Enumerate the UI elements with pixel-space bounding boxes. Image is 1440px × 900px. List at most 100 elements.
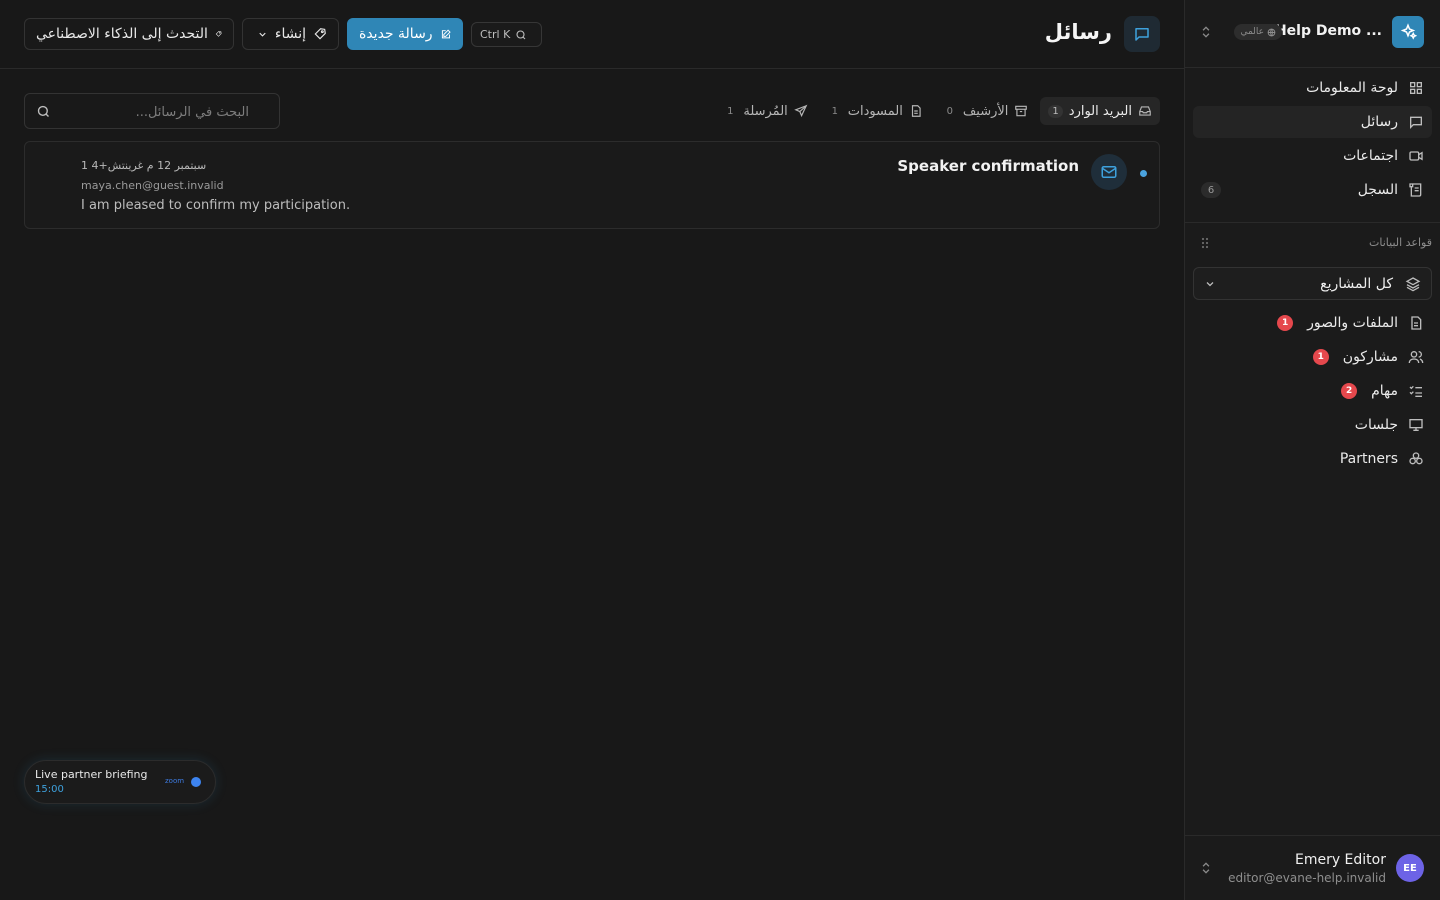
live-meeting-widget[interactable]: Live partner briefing 15:00 zoom bbox=[24, 760, 216, 804]
sidebar-item-label: الملفات والصور bbox=[1307, 315, 1398, 331]
search-icon bbox=[37, 105, 49, 117]
sidebar-item-label: رسائل bbox=[1360, 114, 1398, 130]
layers-icon bbox=[1405, 276, 1421, 291]
create-label: إنشاء bbox=[274, 26, 306, 42]
live-meeting-time: 15:00 bbox=[35, 784, 64, 795]
sparkle-icon bbox=[215, 31, 222, 37]
tab-inbox[interactable]: البريد الوارد 1 bbox=[1040, 97, 1160, 125]
sidebar-item-partners[interactable]: Partners bbox=[1193, 442, 1432, 476]
search-input[interactable] bbox=[59, 102, 249, 122]
notification-badge: 1 bbox=[1277, 315, 1294, 331]
sidebar-item-participants[interactable]: مشاركون 1 bbox=[1193, 340, 1432, 374]
top-bar: رسائل Ctrl K رسالة جديدة إنشاء التحدث إل… bbox=[0, 0, 1184, 69]
sidebar: Help Demo ... عالمي لوحة المعلومات رسائل… bbox=[1184, 0, 1440, 900]
main-content: رسائل Ctrl K رسالة جديدة إنشاء التحدث إل… bbox=[0, 0, 1184, 900]
user-name: Emery Editor bbox=[1294, 852, 1386, 868]
sidebar-item-label: لوحة المعلومات bbox=[1306, 80, 1398, 96]
tab-count: 0 bbox=[946, 105, 954, 117]
folder-tabs: البريد الوارد 1 الأرشيف 0 المسودات 1 الم… bbox=[715, 97, 1160, 125]
chevron-up-down-icon[interactable] bbox=[1199, 24, 1213, 40]
avatar: EE bbox=[1396, 854, 1424, 882]
database-list: الملفات والصور 1 مشاركون 1 مهام 2 جلسات … bbox=[1193, 306, 1432, 476]
tab-count: 1 bbox=[831, 105, 838, 117]
tab-count: 1 bbox=[1048, 104, 1063, 118]
workspace-logo-icon bbox=[1392, 16, 1424, 48]
file-icon bbox=[1411, 316, 1422, 330]
create-button[interactable]: إنشاء bbox=[242, 18, 339, 50]
presentation-icon bbox=[1409, 419, 1423, 431]
notification-badge: 1 bbox=[1312, 349, 1329, 365]
sidebar-item-label: جلسات bbox=[1354, 417, 1398, 433]
message-date: 1 سبتمبر 12 م غرينتش+4 bbox=[81, 159, 207, 172]
unread-indicator bbox=[1140, 170, 1147, 177]
databases-section-title: قواعد البيانات bbox=[1369, 236, 1432, 249]
message-icon bbox=[1124, 16, 1160, 52]
zoom-logo: zoom bbox=[165, 777, 185, 785]
search-icon bbox=[516, 29, 526, 39]
sidebar-item-dashboard[interactable]: لوحة المعلومات bbox=[1193, 72, 1432, 104]
chevron-down-icon bbox=[259, 32, 266, 37]
sidebar-item-label: Partners bbox=[1339, 451, 1398, 467]
inbox-icon bbox=[1139, 106, 1151, 116]
workspace-scope-label: عالمي bbox=[1240, 27, 1264, 37]
new-message-button[interactable]: رسالة جديدة bbox=[347, 18, 463, 50]
tab-label: الأرشيف bbox=[962, 103, 1009, 119]
sidebar-item-files[interactable]: الملفات والصور 1 bbox=[1193, 306, 1432, 340]
video-icon bbox=[1409, 151, 1423, 161]
tab-sent[interactable]: المُرسلة 1 bbox=[715, 97, 815, 125]
ai-chat-label: التحدث إلى الذكاء الاصطناعي bbox=[36, 26, 208, 42]
command-search-button[interactable]: Ctrl K bbox=[471, 22, 542, 47]
mail-icon bbox=[1091, 154, 1127, 190]
drag-handle-icon[interactable] bbox=[1201, 236, 1209, 250]
tab-archive[interactable]: الأرشيف 0 bbox=[935, 97, 1037, 125]
sidebar-item-log[interactable]: السجل 6 bbox=[1193, 174, 1432, 206]
message-subject: Speaker confirmation bbox=[897, 157, 1079, 175]
new-message-label: رسالة جديدة bbox=[359, 26, 433, 42]
user-email: editor@evane-help.invalid bbox=[1228, 871, 1386, 885]
message-icon bbox=[1410, 116, 1422, 129]
tab-drafts[interactable]: المسودات 1 bbox=[820, 97, 931, 125]
notification-badge: 2 bbox=[1341, 383, 1358, 399]
message-search bbox=[24, 93, 280, 129]
workspace-switcher[interactable]: Help Demo ... عالمي bbox=[1185, 0, 1440, 68]
workspace-name: Help Demo ... bbox=[1274, 23, 1382, 39]
file-icon bbox=[911, 105, 921, 117]
chevron-down-icon bbox=[1206, 281, 1214, 286]
workspace-scope-badge: عالمي bbox=[1234, 24, 1282, 40]
partners-icon bbox=[1409, 452, 1423, 465]
sidebar-item-label: السجل bbox=[1357, 182, 1398, 198]
log-icon bbox=[1409, 183, 1422, 197]
chevron-up-down-icon[interactable] bbox=[1199, 860, 1213, 876]
sidebar-item-tasks[interactable]: مهام 2 bbox=[1193, 374, 1432, 408]
tab-label: البريد الوارد bbox=[1068, 103, 1132, 119]
message-sender: maya.chen@guest.invalid bbox=[81, 179, 224, 192]
tab-count: 1 bbox=[727, 105, 734, 117]
sidebar-item-label: مشاركون bbox=[1342, 349, 1398, 365]
sidebar-item-messages[interactable]: رسائل bbox=[1193, 106, 1432, 138]
main-nav: لوحة المعلومات رسائل اجتماعات السجل 6 bbox=[1193, 72, 1432, 208]
tasks-icon bbox=[1409, 385, 1422, 397]
live-indicator bbox=[191, 777, 201, 787]
ai-chat-button[interactable]: التحدث إلى الذكاء الاصطناعي bbox=[24, 18, 234, 50]
project-select-value: كل المشاريع bbox=[1320, 275, 1393, 292]
tab-label: المسودات bbox=[847, 103, 903, 119]
user-menu[interactable]: EE Emery Editor editor@evane-help.invali… bbox=[1185, 835, 1440, 900]
tab-label: المُرسلة bbox=[743, 103, 788, 119]
sidebar-item-label: اجتماعات bbox=[1343, 148, 1398, 164]
users-icon bbox=[1408, 351, 1424, 364]
message-row[interactable]: Speaker confirmation 1 سبتمبر 12 م غرينت… bbox=[24, 141, 1160, 229]
project-select[interactable]: كل المشاريع bbox=[1193, 267, 1432, 300]
page-title: رسائل bbox=[1044, 20, 1112, 44]
shortcut-label: Ctrl K bbox=[480, 28, 511, 41]
compose-icon bbox=[441, 29, 451, 38]
message-preview: I am pleased to confirm my participation… bbox=[81, 198, 351, 213]
sidebar-divider bbox=[1185, 222, 1440, 223]
globe-icon bbox=[1267, 28, 1276, 36]
sidebar-item-sessions[interactable]: جلسات bbox=[1193, 408, 1432, 442]
sparkle-icon bbox=[314, 28, 326, 40]
sidebar-item-meetings[interactable]: اجتماعات bbox=[1193, 140, 1432, 172]
send-icon bbox=[793, 104, 808, 118]
dashboard-icon bbox=[1410, 82, 1422, 94]
sidebar-item-label: مهام bbox=[1371, 383, 1398, 399]
log-count-badge: 6 bbox=[1201, 182, 1221, 198]
